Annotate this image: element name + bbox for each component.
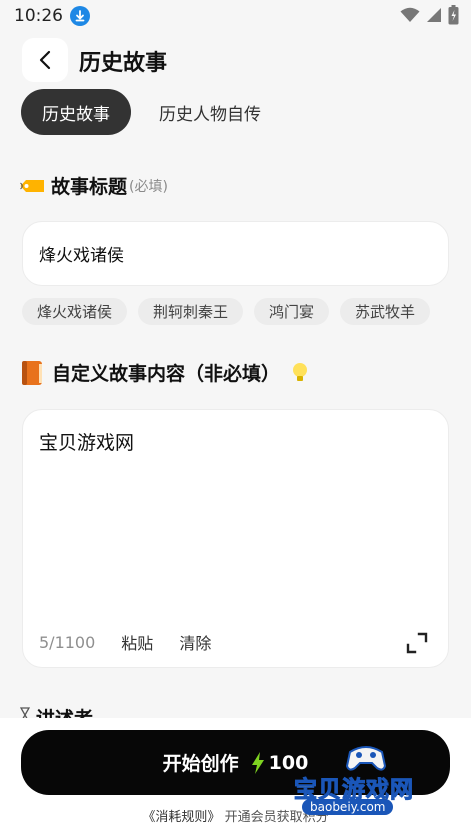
story-title-input[interactable]: 烽火戏诸侯 [22,221,449,286]
wifi-icon [400,7,420,27]
custom-content-label: 自定义故事内容（非必填） [52,363,281,385]
tab-history-story[interactable]: 历史故事 [21,89,131,135]
suggestion-chip[interactable]: 鸿门宴 [254,298,330,325]
story-content-editor[interactable]: 宝贝游戏网 5/1100 粘贴 清除 [22,409,449,668]
suggestion-chip[interactable]: 烽火戏诸侯 [22,298,128,325]
required-hint: (必填) [129,178,168,195]
book-icon [20,360,44,386]
story-content-text[interactable]: 宝贝游戏网 [39,428,134,455]
story-title-section: 故事标题 (必填) [20,172,168,199]
page-title: 历史故事 [79,51,168,76]
chevron-left-icon [39,50,51,70]
suggestion-chip[interactable]: 苏武牧羊 [340,298,431,325]
custom-content-section: 自定义故事内容（非必填） [20,359,308,386]
paste-button[interactable]: 粘贴 [121,630,153,654]
suggestion-chip[interactable]: 荆轲刺秦王 [138,298,244,325]
lightning-icon [251,751,265,774]
consumption-rules-link[interactable]: 《消耗规则》 [142,810,220,825]
title-suggestions: 烽火戏诸侯 荆轲刺秦王 鸿门宴 苏武牧羊 [22,298,431,325]
start-create-label: 开始创作 [162,753,239,775]
tab-historical-autobiography[interactable]: 历史人物自传 [159,89,261,135]
lightbulb-icon[interactable] [292,362,308,384]
tag-icon [20,179,45,193]
signal-icon [426,7,442,27]
char-count: 5/1100 [39,632,96,652]
story-title-label: 故事标题 [51,176,128,198]
clear-button[interactable]: 清除 [179,630,211,654]
membership-link[interactable]: 开通会员获取积分 [225,810,329,825]
narrator-label: 讲述者 [36,704,93,718]
category-tabs: 历史故事 历史人物自传 [21,89,261,135]
status-bar: 10:26 [0,0,471,32]
hourglass-icon [20,707,30,718]
download-icon [70,6,90,26]
footer-note: 《消耗规则》 开通会员获取积分 [0,806,471,825]
back-button[interactable] [22,38,68,82]
expand-icon[interactable] [406,632,428,654]
battery-icon [448,5,459,29]
narrator-section: 讲述者 [20,704,93,718]
start-create-button[interactable]: 开始创作 100 [21,730,450,795]
status-time: 10:26 [14,6,63,26]
credit-cost: 100 [268,751,309,774]
